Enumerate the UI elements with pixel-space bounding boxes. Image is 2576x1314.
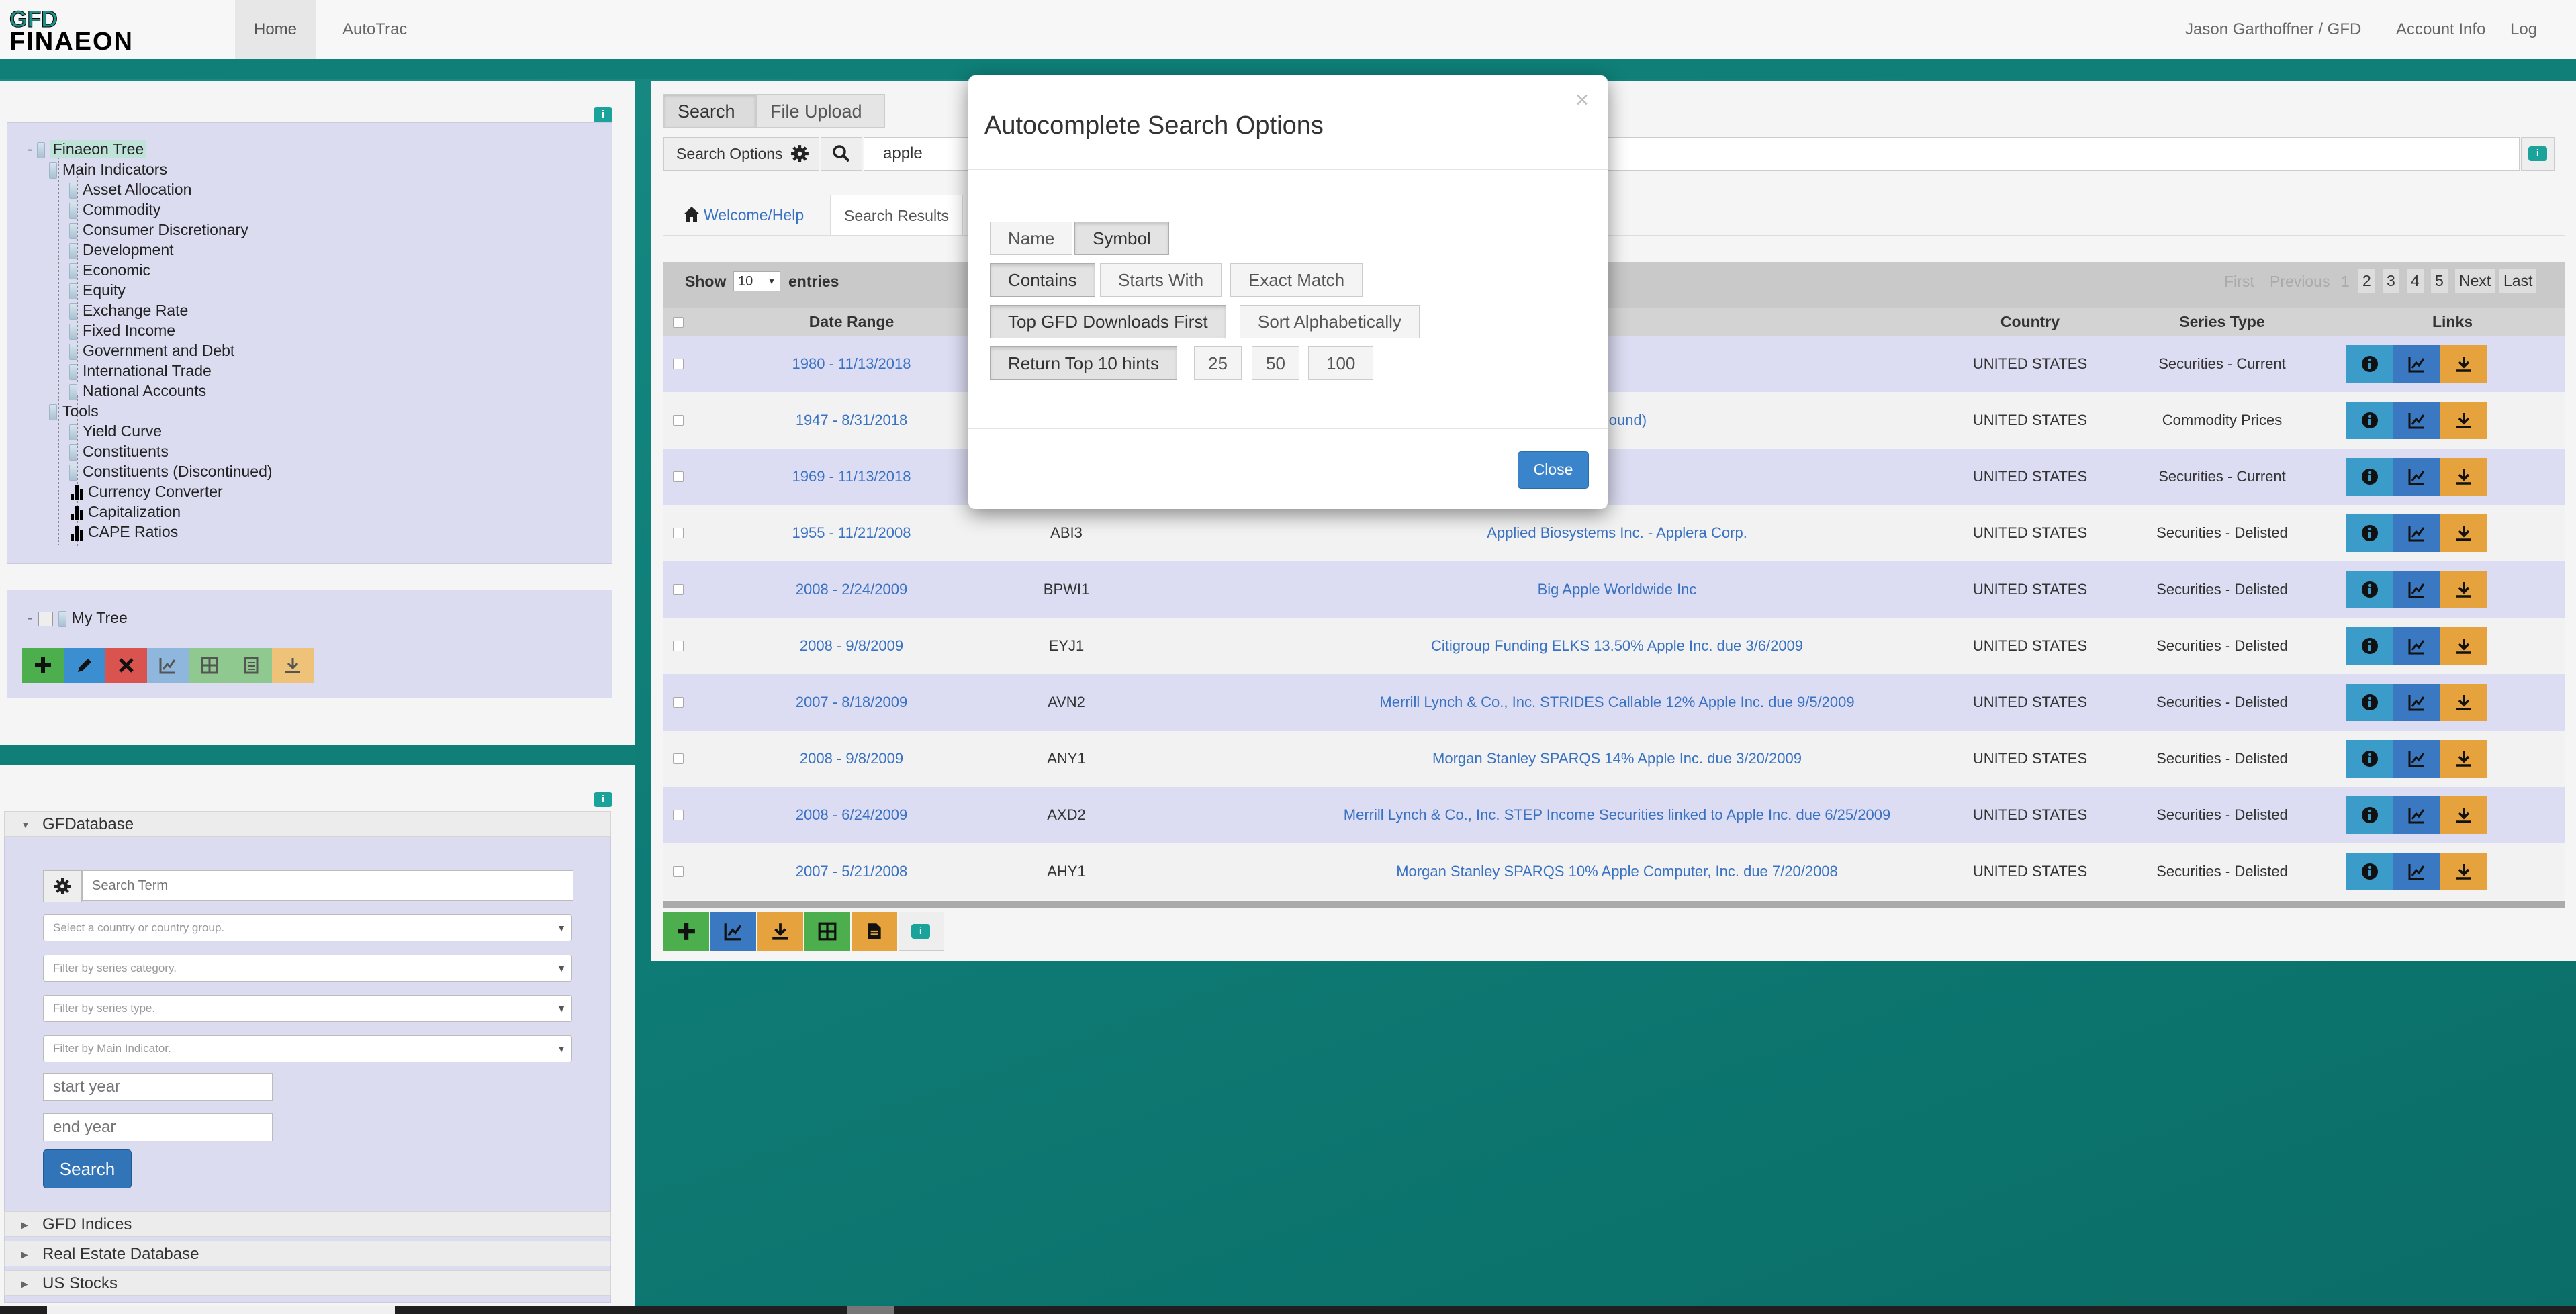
option-symbol[interactable]: Symbol [1074,222,1169,255]
modal-title: Autocomplete Search Options [984,111,1324,140]
option-contains[interactable]: Contains [990,263,1095,297]
close-icon[interactable]: × [1575,87,1589,113]
autocomplete-options-modal: × Autocomplete Search Options Name Symbo… [968,75,1608,509]
option-50[interactable]: 50 [1252,346,1299,380]
close-button[interactable]: Close [1518,451,1589,489]
option-starts-with[interactable]: Starts With [1100,263,1222,297]
option-exact-match[interactable]: Exact Match [1230,263,1363,297]
modal-divider [968,428,1608,429]
modal-divider [968,169,1608,170]
option-top-downloads[interactable]: Top GFD Downloads First [990,305,1226,338]
option-sort-alpha[interactable]: Sort Alphabetically [1240,305,1420,338]
option-25[interactable]: 25 [1194,346,1242,380]
option-name[interactable]: Name [990,222,1073,255]
option-100[interactable]: 100 [1308,346,1374,380]
option-top-10[interactable]: Return Top 10 hints [990,346,1177,380]
